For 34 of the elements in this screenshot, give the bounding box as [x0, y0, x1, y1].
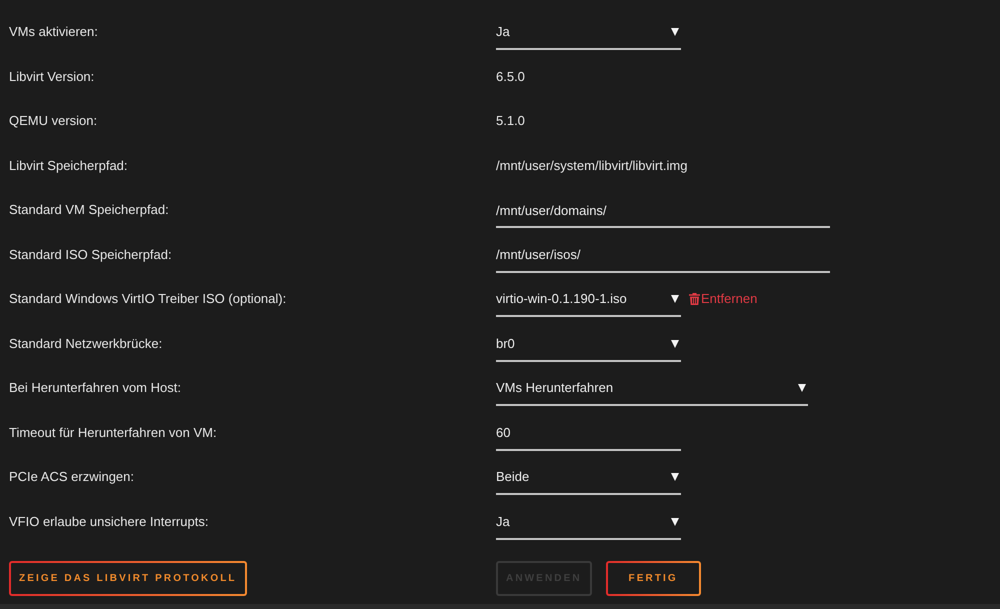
setting-label: Standard VM Speicherpfad:	[9, 201, 170, 219]
dropdown[interactable]: br0	[496, 332, 681, 362]
button[interactable]: ZEIGE DAS LIBVIRT PROTOKOLL	[9, 561, 247, 596]
dropdown[interactable]: Beide	[496, 466, 681, 495]
setting-label: Standard ISO Speicherpfad:	[9, 246, 173, 264]
setting-label: Standard Windows VirtIO Treiber ISO (optional):	[9, 290, 288, 308]
caret-icon	[671, 473, 679, 481]
setting-label: Libvirt Speicherpfad:	[9, 156, 129, 175]
dropdown[interactable]: Ja	[496, 510, 681, 540]
setting-label: Timeout für Herunterfahren von VM:	[9, 424, 218, 442]
dropdown[interactable]: virtio-win-0.1.190-1.iso	[496, 288, 681, 317]
button[interactable]: FERTIG	[606, 561, 701, 596]
setting-label: Standard Netzwerkbrücke:	[9, 334, 164, 352]
value-text: 5.1.0	[496, 112, 525, 130]
caret-icon	[671, 28, 679, 36]
setting-label: VMs aktivieren:	[9, 23, 99, 41]
remove-link[interactable]: Entfernen	[689, 288, 758, 310]
setting-label: VFIO erlaube unsichere Interrupts:	[9, 512, 210, 531]
caret-icon	[671, 518, 679, 526]
input-field[interactable]: 60	[496, 422, 681, 450]
trash-icon	[689, 293, 700, 305]
value-text: 6.5.0	[496, 68, 525, 86]
caret-icon	[671, 295, 679, 303]
dropdown[interactable]: Ja	[496, 21, 681, 50]
caret-icon	[671, 340, 679, 348]
setting-label: PCIe ACS erzwingen:	[9, 468, 136, 486]
setting-label: Libvirt Version:	[9, 68, 96, 86]
setting-label: Bei Herunterfahren vom Host:	[9, 379, 182, 397]
dropdown[interactable]: VMs Herunterfahren	[496, 377, 808, 406]
setting-label: QEMU version:	[9, 112, 98, 130]
input-field[interactable]: /mnt/user/isos/	[496, 244, 830, 272]
value-text: /mnt/user/system/libvirt/libvirt.img	[496, 156, 688, 175]
caret-icon	[798, 384, 806, 392]
input-field[interactable]: /mnt/user/domains/	[496, 199, 830, 228]
